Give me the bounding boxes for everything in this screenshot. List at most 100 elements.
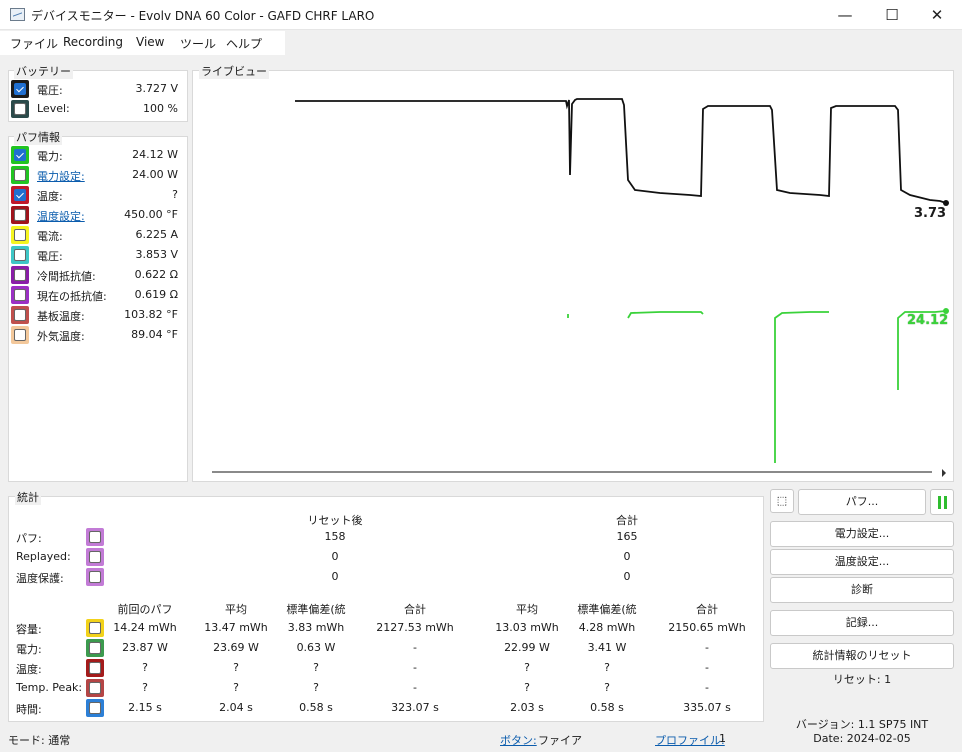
puff_info-label: 電力: <box>37 150 63 163</box>
stats-cell: 23.69 W <box>213 641 259 654</box>
stats-row-label: 電力: <box>16 643 42 656</box>
stats-top-reset-value: 158 <box>324 530 346 543</box>
puff_info-label: 現在の抵抗値: <box>37 290 107 303</box>
stats-cell: ? <box>313 661 319 674</box>
stats-cell: 2150.65 mWh <box>668 621 746 634</box>
stats-top-label: 温度保護: <box>16 572 64 585</box>
stats-column-header: 合計 <box>404 603 426 616</box>
puff_info-checkbox[interactable] <box>11 206 29 224</box>
stats-top-checkbox[interactable] <box>86 548 104 566</box>
battery-label: Level: <box>37 102 70 115</box>
profile-value: 1 <box>719 732 726 745</box>
checkbox-box <box>14 209 26 221</box>
reset-stats-button[interactable]: 統計情報のリセット <box>770 643 954 669</box>
stats-header-reset: リセット後 <box>307 514 363 527</box>
puff_info-label: 温度: <box>37 190 63 203</box>
power-trace-3 <box>774 311 829 463</box>
power-settings-button[interactable]: 電力設定... <box>770 521 954 547</box>
puff_info-label[interactable]: 電力設定: <box>37 168 85 184</box>
menu-view[interactable]: View <box>136 35 164 49</box>
title-bar: デバイスモニター - Evolv DNA 60 Color - GAFD CHR… <box>0 0 962 30</box>
battery-value: 3.727 V <box>135 82 178 95</box>
stats-cell: 323.07 s <box>391 701 439 714</box>
menu-recording[interactable]: Recording <box>63 35 123 49</box>
profile-link[interactable]: プロファイル: <box>655 732 725 748</box>
battery-value: 100 % <box>143 102 178 115</box>
puff_info-value: 103.82 °F <box>124 308 178 321</box>
select-device-button[interactable]: ⬚ <box>770 489 794 513</box>
stats-cell: 4.28 mWh <box>578 621 636 634</box>
puff_info-checkbox[interactable] <box>11 306 29 324</box>
puff_info-checkbox[interactable] <box>11 146 29 164</box>
puff_info-value: ? <box>172 188 178 201</box>
stats-top-reset-value: 0 <box>331 570 339 583</box>
app-icon <box>10 8 25 21</box>
checkbox-box <box>14 229 26 241</box>
puff_info-value: 0.622 Ω <box>134 268 178 281</box>
stats-cell: 13.47 mWh <box>204 621 268 634</box>
stats-cell: ? <box>604 681 610 694</box>
puff_info-label[interactable]: 温度設定: <box>37 208 85 224</box>
maximize-button[interactable]: ☐ <box>869 0 915 30</box>
battery-checkbox[interactable] <box>11 100 29 118</box>
stats-cell: 14.24 mWh <box>113 621 177 634</box>
stats-column-header: 標準偏差(統 <box>286 603 346 616</box>
stats-cell: 2.03 s <box>510 701 544 714</box>
checkbox-box <box>14 189 26 201</box>
puff_info-checkbox[interactable] <box>11 166 29 184</box>
stats-cell: 2.04 s <box>219 701 253 714</box>
puff_info-checkbox[interactable] <box>11 286 29 304</box>
battery-checkbox[interactable] <box>11 80 29 98</box>
stats-cell: 0.58 s <box>299 701 333 714</box>
stats-cell: ? <box>233 661 239 674</box>
stats-cell: - <box>705 681 709 694</box>
menu-tools[interactable]: ツール <box>180 35 216 52</box>
menu-bar: ファイル Recording View ツール ヘルプ <box>0 31 285 55</box>
stats-cell: 3.41 W <box>587 641 627 654</box>
stats-top-checkbox[interactable] <box>86 568 104 586</box>
puff-button[interactable]: パフ... <box>798 489 926 515</box>
stats-top-total-value: 0 <box>623 550 631 563</box>
pause-button[interactable] <box>930 489 954 515</box>
stats-cell: ? <box>524 661 530 674</box>
temp-settings-button[interactable]: 温度設定... <box>770 549 954 575</box>
stats-cell: 22.99 W <box>504 641 550 654</box>
version-text: バージョン: 1.1 SP75 INT <box>795 718 929 731</box>
puff_info-checkbox[interactable] <box>11 246 29 264</box>
stats-top-label: パフ: <box>16 532 42 545</box>
puff_info-value: 24.00 W <box>132 168 178 181</box>
voltage-readout: 3.73 <box>914 206 947 221</box>
stats-cell: 23.87 W <box>122 641 168 654</box>
puff_info-checkbox[interactable] <box>11 326 29 344</box>
puff_info-value: 24.12 W <box>132 148 178 161</box>
puff_info-label: 電流: <box>37 230 63 243</box>
power-readout: 24.12 <box>907 313 949 328</box>
scroll-right-icon <box>942 469 946 477</box>
stats-top-checkbox[interactable] <box>86 528 104 546</box>
stats-cell: ? <box>142 661 148 674</box>
battery-label: 電圧: <box>37 84 63 97</box>
puff_info-checkbox[interactable] <box>11 186 29 204</box>
stats-row-label: 時間: <box>16 703 42 716</box>
stats-cell: 335.07 s <box>683 701 731 714</box>
battery-title: バッテリー <box>14 63 73 79</box>
button-setting-link[interactable]: ボタン: <box>500 732 537 748</box>
record-button[interactable]: 記録... <box>770 610 954 636</box>
minimize-button[interactable]: — <box>822 0 868 30</box>
puff_info-checkbox[interactable] <box>11 226 29 244</box>
puff-info-title: パフ情報 <box>14 129 62 145</box>
stats-column-header: 平均 <box>225 603 247 616</box>
puff_info-checkbox[interactable] <box>11 266 29 284</box>
stats-cell: 2127.53 mWh <box>376 621 454 634</box>
checkbox-box <box>14 309 26 321</box>
voltage-trace <box>295 98 947 204</box>
puff_info-label: 外気温度: <box>37 330 85 343</box>
checkbox-box <box>14 103 26 115</box>
diagnostics-button[interactable]: 診断 <box>770 577 954 603</box>
stats-cell: - <box>705 641 709 654</box>
stats-cell: ? <box>524 681 530 694</box>
menu-file[interactable]: ファイル <box>10 35 58 52</box>
menu-help[interactable]: ヘルプ <box>226 35 262 52</box>
stats-column-header: 標準偏差(統 <box>577 603 637 616</box>
close-button[interactable]: ✕ <box>914 0 960 30</box>
